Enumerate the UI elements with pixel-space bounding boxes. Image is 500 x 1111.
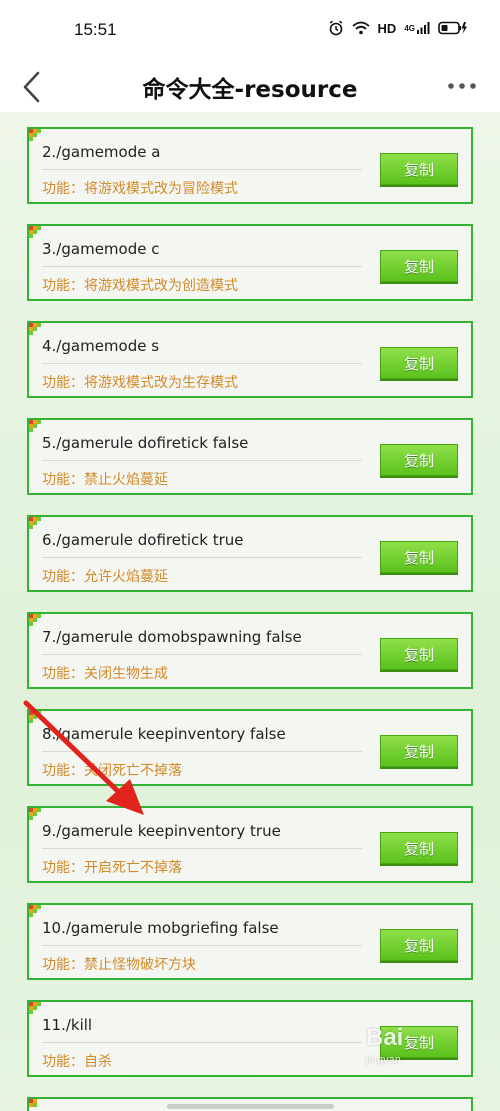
function-description: 功能：禁止火焰蔓延 [42,472,168,488]
command-text: 2./gamemode a [42,143,161,161]
command-card: 3./gamemode c 功能：将游戏模式改为创造模式 复制 [27,224,473,301]
function-description: 功能：关闭死亡不掉落 [42,763,182,779]
command-card: 4./gamemode s 功能：将游戏模式改为生存模式 复制 [27,321,473,398]
copy-button[interactable]: 复制 [380,832,458,864]
divider [42,848,362,849]
home-indicator [167,1104,334,1109]
function-description: 功能：允许火焰蔓延 [42,569,168,585]
command-text: 4./gamemode s [42,337,160,355]
pixel-corner-decoration [29,1099,43,1111]
pixel-corner-decoration [29,905,43,919]
signal-icon: 4G [404,21,430,35]
command-text: 9./gamerule keepinventory true [42,822,281,840]
pixel-corner-decoration [29,711,43,725]
copy-button[interactable]: 复制 [380,735,458,767]
function-description: 功能：将游戏模式改为生存模式 [42,375,238,391]
command-text: 8./gamerule keepinventory false [42,725,286,743]
function-description: 功能：自杀 [42,1054,112,1070]
divider [42,654,362,655]
divider [42,751,362,752]
divider [42,1042,362,1043]
pixel-corner-decoration [29,226,43,240]
divider [42,169,362,170]
copy-button[interactable]: 复制 [380,444,458,476]
status-bar: 15:51 HD 4G [0,0,500,62]
command-text: 7./gamerule domobspawning false [42,628,302,646]
command-card: 7./gamerule domobspawning false 功能：关闭生物生… [27,612,473,689]
watermark-subtext: jingyan [366,1054,401,1066]
command-card: 8./gamerule keepinventory false 功能：关闭死亡不… [27,709,473,786]
command-card: 9./gamerule keepinventory true 功能：开启死亡不掉… [27,806,473,883]
alarm-icon [328,20,344,36]
more-options-icon[interactable] [446,76,478,96]
command-card: 10./gamerule mobgriefing false 功能：禁止怪物破坏… [27,903,473,980]
command-card: 2./gamemode a 功能：将游戏模式改为冒险模式 复制 [27,127,473,204]
command-text: 10./gamerule mobgriefing false [42,919,279,937]
command-text: 3./gamemode c [42,240,160,258]
network-type-label: HD [377,20,397,36]
signal-label: 4G [404,23,415,33]
copy-button[interactable]: 复制 [380,347,458,379]
function-description: 功能：将游戏模式改为冒险模式 [42,181,238,197]
copy-button[interactable]: 复制 [380,153,458,185]
copy-button[interactable]: 复制 [380,929,458,961]
pixel-corner-decoration [29,517,43,531]
status-time: 15:51 [74,20,117,39]
page-title: 命令大全-resource [142,77,358,103]
watermark-text: Bai [366,1024,404,1051]
divider [42,945,362,946]
pixel-corner-decoration [29,420,43,434]
wifi-icon [351,21,370,35]
app-header: 命令大全-resource [0,62,500,112]
pixel-corner-decoration [29,323,43,337]
copy-button[interactable]: 复制 [380,541,458,573]
pixel-corner-decoration [29,1002,43,1016]
command-text: 6./gamerule dofiretick true [42,531,244,549]
divider [42,557,362,558]
copy-button[interactable]: 复制 [380,250,458,282]
function-description: 功能：关闭生物生成 [42,666,168,682]
function-description: 功能：将游戏模式改为创造模式 [42,278,238,294]
pixel-corner-decoration [29,808,43,822]
pixel-corner-decoration [29,129,43,143]
divider [42,266,362,267]
command-text: 5./gamerule dofiretick false [42,434,249,452]
battery-icon [438,21,468,35]
divider [42,363,362,364]
back-arrow-icon[interactable] [18,70,48,104]
copy-button[interactable]: 复制 [380,638,458,670]
divider [42,460,362,461]
command-card: 5./gamerule dofiretick false 功能：禁止火焰蔓延 复… [27,418,473,495]
function-description: 功能：开启死亡不掉落 [42,860,182,876]
pixel-corner-decoration [29,614,43,628]
command-text: 11./kill [42,1016,93,1034]
command-card: 6./gamerule dofiretick true 功能：允许火焰蔓延 复制 [27,515,473,592]
command-list: 2./gamemode a 功能：将游戏模式改为冒险模式 复制 3./gamem… [0,112,500,1111]
watermark-logo: Bai jingyan [366,1024,486,1084]
status-icons: HD 4G [328,20,468,36]
function-description: 功能：禁止怪物破坏方块 [42,957,196,973]
